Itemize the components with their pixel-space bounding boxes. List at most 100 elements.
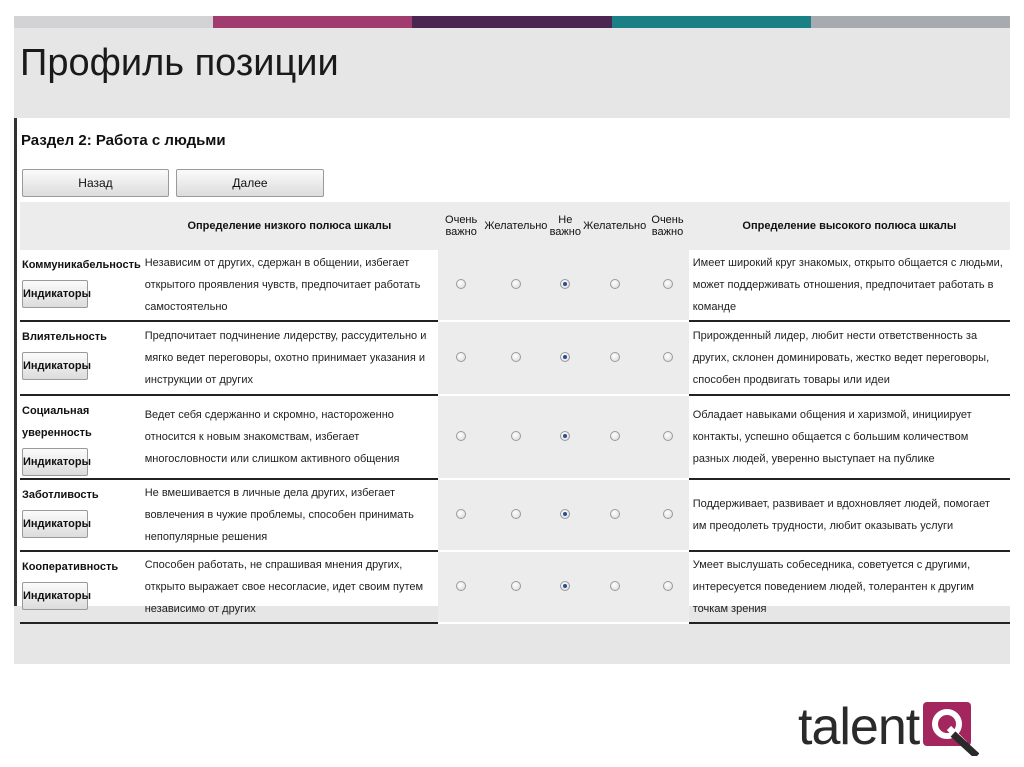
- low-pole-description: Независим от других, сдержан в общении, …: [140, 250, 438, 322]
- color-bar-segment: [611, 16, 811, 28]
- rating-cell: [437, 396, 485, 480]
- rating-cell: [437, 552, 485, 624]
- rating-cell: [484, 480, 548, 552]
- color-bar-segment: [810, 16, 1011, 28]
- rating-cell: [547, 322, 584, 396]
- rating-radio[interactable]: [456, 580, 467, 591]
- competency-cell: Коммуникабельность Индикаторы: [20, 250, 141, 322]
- section-title: Раздел 2: Работа с людьми: [21, 132, 226, 149]
- indicators-button[interactable]: Индикаторы: [22, 582, 91, 610]
- high-pole-description: Прирожденный лидер, любит нести ответств…: [688, 322, 1010, 396]
- rating-radio[interactable]: [609, 430, 620, 441]
- rating-radio[interactable]: [456, 278, 467, 289]
- rating-cell: [437, 480, 485, 552]
- rating-cell: [547, 552, 584, 624]
- table-row: Заботливость Индикаторы Не вмешивается в л…: [20, 480, 1010, 552]
- competency-name: Социальная уверенность: [22, 405, 92, 439]
- form-screenshot: Раздел 2: Работа с людьми Назад Далее Оп…: [14, 118, 1010, 624]
- competency-name: Кооперативность: [22, 561, 119, 573]
- rating-cell: [437, 250, 485, 322]
- rating-radio[interactable]: [609, 278, 620, 289]
- rating-radio[interactable]: [510, 351, 521, 362]
- low-pole-description: Не вмешивается в личные дела других, изб…: [140, 480, 438, 552]
- rating-cell: [547, 250, 584, 322]
- rating-cell: [583, 250, 647, 322]
- header-very-important-high: Очень важно: [646, 202, 689, 250]
- rating-cell: [646, 552, 689, 624]
- high-pole-description: Умеет выслушать собеседника, советуется …: [688, 552, 1010, 624]
- rating-radio[interactable]: [609, 508, 620, 519]
- rating-radio[interactable]: [662, 351, 673, 362]
- rating-cell: [437, 322, 485, 396]
- rating-radio[interactable]: [456, 430, 467, 441]
- rating-radio[interactable]: [609, 351, 620, 362]
- competency-cell: Кооперативность Индикаторы: [20, 552, 141, 624]
- indicators-button[interactable]: Индикаторы: [22, 352, 91, 380]
- rating-radio[interactable]: [510, 430, 521, 441]
- header-desirable-low: Желательно: [484, 202, 548, 250]
- color-bar-segment: [412, 16, 612, 28]
- header-empty: [20, 202, 141, 250]
- high-pole-description: Обладает навыками общения и харизмой, ин…: [688, 396, 1010, 480]
- table-row: Социальная уверенность Индикаторы Ведет се…: [20, 396, 1010, 480]
- back-button[interactable]: Назад: [22, 169, 169, 197]
- indicators-button[interactable]: Индикаторы: [22, 448, 91, 476]
- rating-radio[interactable]: [609, 580, 620, 591]
- indicators-button[interactable]: Индикаторы: [22, 280, 91, 308]
- table-row: Влиятельность Индикаторы Предпочитает подч…: [20, 322, 1010, 396]
- header-low-definition: Определение низкого полюса шкалы: [140, 202, 438, 250]
- header-not-important: Не важно: [547, 202, 584, 250]
- table-row: Коммуникабельность Индикаторы Независим от…: [20, 250, 1010, 322]
- rating-cell: [646, 480, 689, 552]
- slide-title: Профиль позиции: [20, 42, 339, 84]
- rating-cell: [484, 396, 548, 480]
- competency-name: Влиятельность: [22, 331, 107, 343]
- rating-cell: [583, 396, 647, 480]
- table-row: Кооперативность Индикаторы Способен работа…: [20, 552, 1010, 624]
- next-button[interactable]: Далее: [176, 169, 324, 197]
- rating-table: Определение низкого полюса шкалы Очень в…: [20, 202, 1010, 624]
- talentq-logo: talent: [798, 698, 980, 756]
- rating-cell: [646, 322, 689, 396]
- rating-radio[interactable]: [456, 508, 467, 519]
- low-pole-description: Способен работать, не спрашивая мнения д…: [140, 552, 438, 624]
- rating-cell: [484, 322, 548, 396]
- rating-radio[interactable]: [560, 580, 571, 591]
- indicators-button[interactable]: Индикаторы: [22, 510, 91, 538]
- logo-q-mark: [923, 702, 980, 756]
- rating-radio[interactable]: [510, 508, 521, 519]
- rating-cell: [646, 396, 689, 480]
- color-bar-segment: [213, 16, 413, 28]
- logo-text: talent: [798, 698, 920, 756]
- rating-cell: [583, 480, 647, 552]
- rating-cell: [547, 480, 584, 552]
- rating-radio[interactable]: [560, 508, 571, 519]
- competency-cell: Социальная уверенность Индикаторы: [20, 396, 141, 480]
- rating-cell: [646, 250, 689, 322]
- rating-radio[interactable]: [560, 278, 571, 289]
- low-pole-description: Ведет себя сдержанно и скромно, насторож…: [140, 396, 438, 480]
- header-very-important-low: Очень важно: [437, 202, 485, 250]
- rating-radio[interactable]: [662, 580, 673, 591]
- color-bar-segment: [14, 16, 214, 28]
- rating-cell: [484, 250, 548, 322]
- rating-radio[interactable]: [662, 430, 673, 441]
- rating-cell: [547, 396, 584, 480]
- color-bar: [14, 16, 1011, 28]
- rating-radio[interactable]: [510, 580, 521, 591]
- rating-radio[interactable]: [510, 278, 521, 289]
- rating-radio[interactable]: [560, 430, 571, 441]
- rating-radio[interactable]: [662, 508, 673, 519]
- high-pole-description: Имеет широкий круг знакомых, открыто общ…: [688, 250, 1010, 322]
- rating-radio[interactable]: [662, 278, 673, 289]
- competency-name: Коммуникабельность: [22, 259, 141, 271]
- competency-cell: Влиятельность Индикаторы: [20, 322, 141, 396]
- rating-cell: [583, 552, 647, 624]
- rating-cell: [583, 322, 647, 396]
- high-pole-description: Поддерживает, развивает и вдохновляет лю…: [688, 480, 1010, 552]
- rating-radio[interactable]: [560, 351, 571, 362]
- rating-radio[interactable]: [456, 351, 467, 362]
- competency-cell: Заботливость Индикаторы: [20, 480, 141, 552]
- low-pole-description: Предпочитает подчинение лидерству, рассу…: [140, 322, 438, 396]
- header-desirable-high: Желательно: [583, 202, 647, 250]
